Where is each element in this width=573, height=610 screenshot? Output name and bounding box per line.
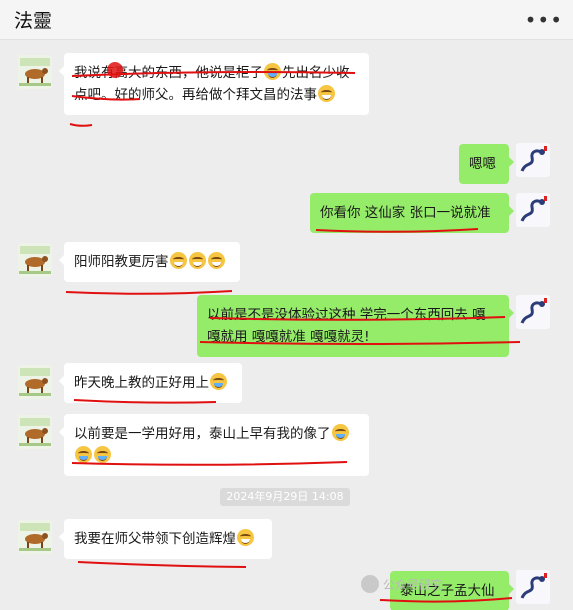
message-bubble[interactable]: 阳师阳教更厉害 [59, 242, 240, 282]
message-text: 以前是不是没体验过这种 学完一个东西回去 嘎嘎就用 嘎嘎就准 嘎嘎就灵! [207, 307, 486, 345]
cow-image-icon [18, 55, 52, 89]
dragon-image-icon [516, 143, 550, 177]
my-avatar[interactable] [516, 570, 550, 604]
friend-avatar[interactable] [18, 55, 52, 89]
message-bubble[interactable]: 以前要是一学用好用，泰山上早有我的像了 [59, 414, 369, 476]
friend-avatar[interactable] [18, 415, 52, 449]
grin-emoji-icon [237, 529, 254, 546]
message-bubble[interactable]: 我说有高大的东西，他说是柜子 先出名少收点吧。好的师父。再给做个拜文昌的法事 [59, 53, 369, 115]
message-text: 阳师阳教更厉害 [74, 254, 169, 270]
laughing-emoji-icon [264, 63, 281, 80]
chat-title: 法靈 [14, 10, 53, 32]
message-timestamp: 2024年9月29日 14:08 [220, 488, 350, 506]
message-bubble[interactable]: 你看你 这仙家 张口一说就准 [310, 193, 514, 233]
grin-emoji-icon [188, 252, 206, 269]
message-text: 我要在师父带领下创造辉煌 [74, 531, 236, 547]
grin-emoji-icon [207, 252, 225, 269]
dragon-image-icon [516, 295, 550, 329]
wechat-logo-icon [361, 575, 379, 593]
friend-avatar[interactable] [18, 243, 52, 277]
cow-image-icon [18, 365, 52, 399]
watermark: 公众号研究 [361, 575, 443, 593]
watermark-text: 公众号研究 [383, 578, 444, 592]
cow-image-icon [18, 243, 52, 277]
message-text: 我说有高大的东西，他说是柜子 [74, 65, 263, 81]
my-avatar[interactable] [516, 295, 550, 329]
message-bubble[interactable]: 以前是不是没体验过这种 学完一个东西回去 嘎嘎就用 嘎嘎就准 嘎嘎就灵! [197, 295, 514, 357]
cow-image-icon [18, 415, 52, 449]
more-dots-icon[interactable]: ••• [525, 10, 563, 30]
laughing-emoji-icon [94, 446, 111, 463]
grin-emoji-icon [169, 252, 187, 269]
message-text: 嗯嗯 [469, 156, 496, 172]
dragon-image-icon [516, 193, 550, 227]
message-bubble[interactable]: 嗯嗯 [459, 144, 514, 184]
my-avatar[interactable] [516, 143, 550, 177]
message-bubble[interactable]: 昨天晚上教的正好用上 [59, 363, 242, 403]
dragon-image-icon [516, 570, 550, 604]
friend-avatar[interactable] [18, 520, 52, 554]
chat-header: 法靈 ••• [0, 0, 573, 40]
laughing-emoji-icon [75, 446, 92, 463]
laughing-emoji-icon [210, 373, 227, 390]
friend-avatar[interactable] [18, 365, 52, 399]
message-text: 以前要是一学用好用，泰山上早有我的像了 [74, 426, 331, 442]
message-bubble[interactable]: 我要在师父带领下创造辉煌 [59, 519, 272, 559]
message-text: 昨天晚上教的正好用上 [74, 375, 209, 391]
message-text: 你看你 这仙家 张口一说就准 [320, 205, 491, 221]
cow-image-icon [18, 520, 52, 554]
grin-emoji-icon [318, 85, 335, 102]
my-avatar[interactable] [516, 193, 550, 227]
laughing-emoji-icon [331, 424, 349, 441]
